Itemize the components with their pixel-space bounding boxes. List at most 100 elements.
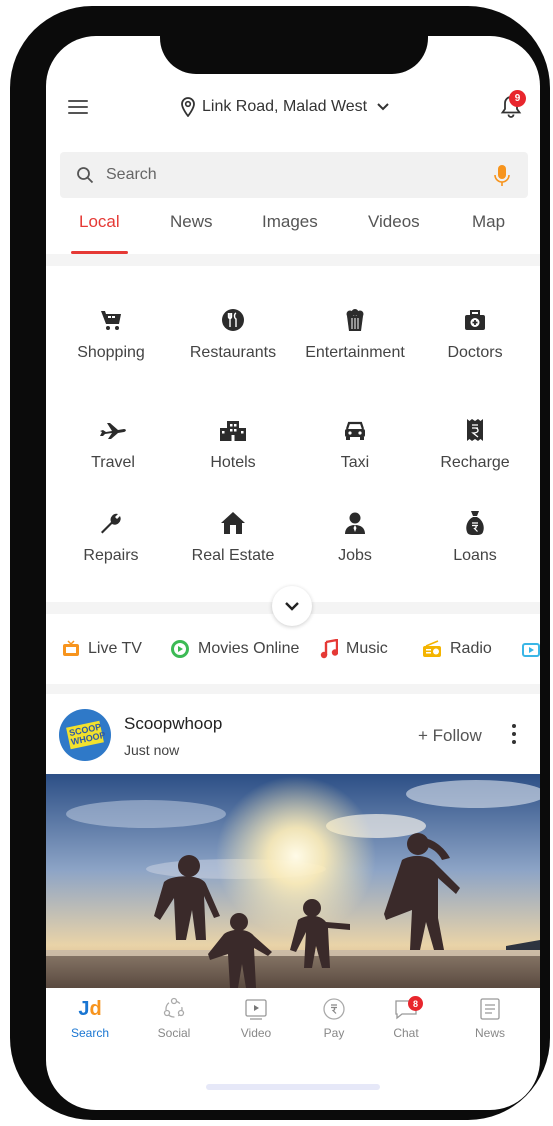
receipt-icon <box>467 419 483 441</box>
nav-pay[interactable]: Pay <box>304 996 364 1040</box>
more-options-icon[interactable] <box>510 724 518 748</box>
tab-videos[interactable]: Videos <box>368 212 420 254</box>
publisher-logo-text: SCOOP WHOOP <box>66 720 106 750</box>
notification-badge: 9 <box>509 90 526 107</box>
media-label: Live TV <box>88 640 142 657</box>
jd-logo-icon: Jd <box>78 998 102 1020</box>
category-label: Taxi <box>340 454 370 471</box>
money-bag-icon <box>466 511 484 535</box>
nav-label: Social <box>157 1026 191 1040</box>
category-repairs[interactable]: Repairs <box>56 511 166 565</box>
screen: Link Road, Malad West 9 Local News Image… <box>46 36 540 1110</box>
bottom-navigation: Jd Search Social Video Pay 8 Chat News <box>46 988 540 1052</box>
phone-frame: Link Road, Malad West 9 Local News Image… <box>10 6 550 1120</box>
chat-badge: 8 <box>408 996 423 1011</box>
category-hotels[interactable]: Hotels <box>178 418 288 472</box>
location-pin-icon <box>181 97 195 117</box>
chevron-down-icon <box>285 602 299 611</box>
popcorn-icon <box>346 309 364 331</box>
category-label: Entertainment <box>305 344 405 361</box>
category-label: Repairs <box>83 547 139 564</box>
nav-label: Video <box>240 1026 272 1040</box>
divider <box>46 254 540 266</box>
category-label: Hotels <box>210 454 256 471</box>
location-selector[interactable]: Link Road, Malad West <box>180 92 395 122</box>
category-jobs[interactable]: Jobs <box>300 511 410 565</box>
divider <box>46 684 540 694</box>
nav-social[interactable]: Social <box>144 996 204 1040</box>
category-label: Travel <box>91 454 135 471</box>
nav-video[interactable]: Video <box>226 996 286 1040</box>
category-entertainment[interactable]: Entertainment <box>300 308 410 362</box>
tab-local[interactable]: Local <box>71 212 128 254</box>
media-strip: Live TV Movies Online Music Radio <box>46 626 540 672</box>
nav-search[interactable]: Jd Search <box>60 996 120 1040</box>
category-label: Jobs <box>338 547 372 564</box>
location-text: Link Road, Malad West <box>202 98 368 115</box>
category-label: Doctors <box>447 344 503 361</box>
category-real-estate[interactable]: Real Estate <box>178 511 288 565</box>
media-live-tv[interactable]: Live TV <box>62 626 142 672</box>
category-label: Real Estate <box>191 547 275 564</box>
search-bar <box>60 152 528 198</box>
nav-label: Pay <box>323 1026 345 1040</box>
post-header: SCOOP WHOOP Scoopwhoop Just now + Follow <box>46 706 540 766</box>
category-restaurants[interactable]: Restaurants <box>178 308 288 362</box>
hamburger-menu-icon[interactable] <box>68 100 88 114</box>
media-more[interactable] <box>522 626 540 672</box>
wrench-icon <box>101 513 121 534</box>
search-icon <box>77 167 94 184</box>
top-bar: Link Road, Malad West 9 <box>46 90 540 122</box>
nav-label: Chat <box>393 1026 419 1040</box>
category-doctors[interactable]: Doctors <box>420 308 530 362</box>
restaurant-icon <box>222 309 244 331</box>
nav-label: Search <box>70 1026 110 1040</box>
chevron-down-icon <box>377 103 389 111</box>
family-beach-sunset-image <box>46 774 540 988</box>
category-label: Shopping <box>77 344 145 361</box>
rupee-icon <box>323 998 345 1020</box>
nav-chat[interactable]: 8 Chat <box>376 996 436 1040</box>
publisher-avatar[interactable]: SCOOP WHOOP <box>59 709 111 761</box>
tab-images[interactable]: Images <box>262 212 318 254</box>
category-label: Loans <box>453 547 497 564</box>
nav-news[interactable]: News <box>460 996 520 1040</box>
media-music[interactable]: Music <box>320 626 388 672</box>
search-input[interactable] <box>106 152 486 198</box>
publisher-name[interactable]: Scoopwhoop <box>124 714 222 734</box>
news-icon <box>480 998 500 1020</box>
category-taxi[interactable]: Taxi <box>300 418 410 472</box>
category-recharge[interactable]: Recharge <box>420 418 530 472</box>
category-label: Recharge <box>440 454 510 471</box>
expand-categories-button[interactable] <box>272 586 312 626</box>
media-radio[interactable]: Radio <box>422 626 492 672</box>
media-label: Radio <box>450 640 492 657</box>
video-icon <box>245 999 267 1020</box>
nav-label: News <box>474 1026 505 1040</box>
tab-map[interactable]: Map <box>472 212 505 254</box>
tab-bar: Local News Images Videos Map <box>46 212 540 254</box>
hotel-icon <box>220 421 246 441</box>
taxi-icon <box>345 421 365 440</box>
category-loans[interactable]: Loans <box>420 511 530 565</box>
tv-icon <box>522 643 540 657</box>
category-label: Restaurants <box>189 344 277 361</box>
tv-icon <box>63 640 79 656</box>
microphone-icon[interactable] <box>494 164 510 188</box>
music-note-icon <box>320 639 338 659</box>
home-indicator[interactable] <box>206 1084 380 1090</box>
category-shopping[interactable]: Shopping <box>56 308 166 362</box>
social-icon <box>163 997 185 1018</box>
follow-button[interactable]: + Follow <box>418 726 482 746</box>
tab-news[interactable]: News <box>170 212 213 254</box>
category-travel[interactable]: Travel <box>58 418 168 472</box>
media-movies-online[interactable]: Movies Online <box>170 626 299 672</box>
medical-kit-icon <box>465 310 485 330</box>
airplane-icon <box>100 423 126 439</box>
notch <box>160 36 428 74</box>
shopping-cart-icon <box>101 311 121 330</box>
play-circle-icon <box>171 640 189 658</box>
post-timestamp: Just now <box>124 742 180 758</box>
post-image[interactable] <box>46 774 540 988</box>
media-label: Music <box>346 640 388 657</box>
